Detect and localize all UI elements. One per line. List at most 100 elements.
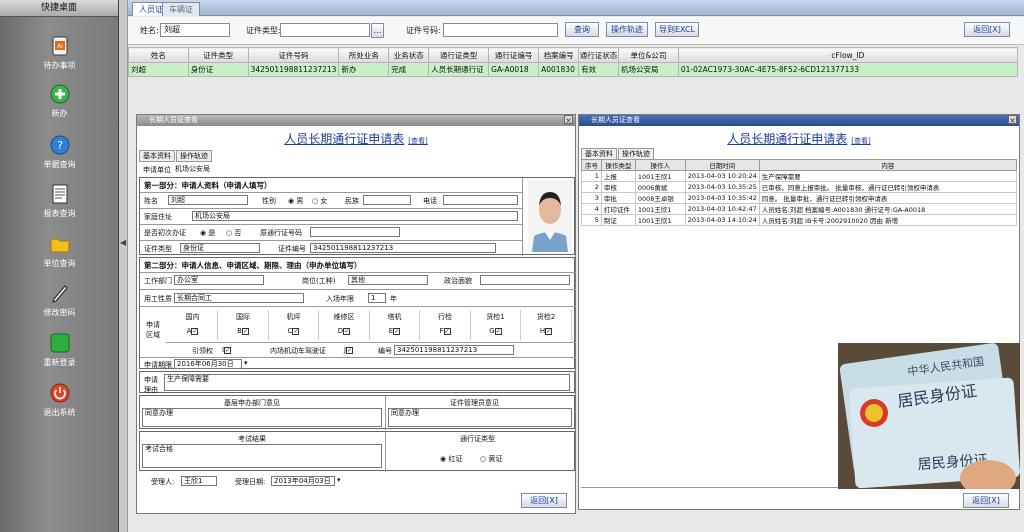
query-button[interactable]: 查询 (565, 22, 599, 37)
log-row[interactable]: 4 打印证件 1001王欣1 2013-04-03 10:42:47 人员姓名:刘超 档… (581, 203, 1018, 215)
chevron-down-icon[interactable]: ▾ (244, 359, 248, 367)
pass-yellow-radio[interactable]: ○ 黄证 (480, 454, 502, 464)
area-checkbox[interactable]: A✓ (168, 327, 217, 335)
back-button[interactable]: 返回[X] (964, 22, 1010, 37)
politic-field[interactable] (480, 275, 570, 285)
column-header[interactable]: 证件号码 (247, 47, 340, 63)
column-header[interactable]: 通行证编号 (488, 47, 540, 63)
opinion-left-field[interactable]: 同意办理 (142, 408, 382, 427)
dept-field[interactable]: 办公室 (174, 275, 264, 285)
area-option[interactable]: 行检 F✓ (421, 310, 471, 340)
cert-type-picker-button[interactable]: … (371, 23, 384, 38)
column-header[interactable]: cFlow_ID (677, 47, 1019, 63)
log-row[interactable]: 2 审核 0006黄斌 2013-04-03 10:35:25 已审核，同意上报审批。 … (581, 181, 1018, 193)
sidebar-item-label: 待办事项 (43, 61, 76, 70)
exam-field[interactable]: 考试合格 (142, 444, 382, 468)
address-field[interactable]: 机场公安局 (192, 211, 518, 221)
area-option[interactable]: 机坪 C✓ (269, 310, 319, 340)
handler-field[interactable]: 王欣1 (181, 476, 217, 486)
name-field[interactable]: 刘超 (168, 195, 248, 205)
cert-no-input[interactable] (443, 23, 558, 37)
column-header[interactable]: 单位&公司 (617, 47, 679, 63)
area-option[interactable]: 货检2 H✓ (522, 310, 572, 340)
area-checkbox[interactable]: H✓ (522, 327, 571, 335)
export-button[interactable]: 导到EXCL (655, 22, 699, 37)
cert-type-select[interactable] (280, 23, 370, 37)
log-cell: 上报 (600, 170, 636, 182)
gender-male-radio[interactable]: ◉ 男 (288, 196, 303, 206)
handler-label: 受理人: (151, 478, 175, 486)
right-back-button[interactable]: 返回[X] (963, 493, 1009, 508)
area-option[interactable]: 国内 A✓ (168, 310, 218, 340)
sidebar-item-unit-query[interactable]: 单位查询 (0, 234, 119, 269)
collapse-bar[interactable]: ◀ (119, 0, 128, 532)
close-icon[interactable]: × (1008, 115, 1017, 125)
svg-text:Ai: Ai (57, 43, 63, 50)
guide-checkbox[interactable]: I✓ (222, 346, 232, 354)
area-checkbox[interactable]: F✓ (421, 327, 470, 335)
first-yes-radio[interactable]: ◉ 是 (200, 228, 215, 238)
orig-no-field[interactable] (310, 227, 400, 237)
post-field[interactable]: 其他 (348, 275, 428, 285)
log-cell: 2013-04-03 10:35:42 (684, 192, 760, 204)
yes-label: 是 (208, 229, 216, 237)
sidebar-item-new[interactable]: 新办 (0, 84, 119, 119)
op-trace-button[interactable]: 操作轨迹 (606, 22, 648, 37)
date-select[interactable]: 2013年04月03日 (271, 476, 335, 486)
column-header[interactable]: 证件类型 (187, 47, 249, 63)
sidebar-item-todo[interactable]: Ai 待办事项 (0, 36, 119, 71)
close-icon[interactable]: × (564, 115, 573, 125)
car-checkbox[interactable]: J✓ (344, 346, 354, 354)
column-header[interactable]: 档案编号 (538, 47, 580, 63)
column-header[interactable]: 通行证状态 (578, 47, 619, 63)
name-input[interactable]: 刘超 (160, 23, 230, 37)
column-header[interactable]: 姓名 (128, 47, 189, 63)
no-field[interactable]: 342501198811237213 (394, 345, 514, 355)
area-option[interactable]: 国际 B✓ (219, 310, 269, 340)
first-no-radio[interactable]: ○ 否 (226, 228, 241, 238)
area-checkbox[interactable]: G✓ (471, 327, 520, 335)
gender-female-radio[interactable]: ○ 女 (312, 196, 327, 206)
log-cell: 2013-04-03 14:10:24 (684, 214, 760, 226)
tab-vehicle-pass[interactable]: 车辆证 (162, 2, 200, 16)
main-area: 人员证 车辆证 姓名: 刘超 证件类型: … 证件号码: 查询 操作轨迹 导到E… (128, 0, 1024, 532)
area-checkbox[interactable]: C✓ (269, 327, 318, 335)
area-option[interactable]: 货检1 G✓ (471, 310, 521, 340)
column-header[interactable]: 业务状态 (388, 47, 430, 63)
area-option[interactable]: 塔机 E✓ (370, 310, 420, 340)
nature-field[interactable]: 长期合同工 (174, 293, 304, 303)
sidebar-item-relogin[interactable]: 重新登录 (0, 333, 119, 368)
cert-no-field[interactable]: 342501198811237213 (310, 243, 496, 253)
log-row[interactable]: 3 审批 0008王卓银 2013-04-03 10:35:42 同意。 批量审批，通行… (581, 192, 1018, 204)
area-checkbox[interactable]: B✓ (219, 327, 268, 335)
tab-basic[interactable]: 基本资料 (139, 150, 175, 162)
tab-trace[interactable]: 操作轨迹 (176, 150, 212, 162)
sidebar-item-exit[interactable]: 退出系统 (0, 383, 119, 418)
opinion-right-field[interactable]: 同意办理 (388, 408, 572, 427)
log-row[interactable]: 1 上报 1001王欣1 2013-04-03 10:20:24 生产保障需要 (581, 170, 1018, 182)
sidebar-item-report[interactable]: 报表查询 (0, 184, 119, 219)
table-cell: 完成 (388, 62, 430, 77)
area-option[interactable]: 维修区 D✓ (320, 310, 370, 340)
area-checkbox[interactable]: E✓ (370, 327, 419, 335)
period-select[interactable]: 2016年06月30日 (174, 359, 242, 369)
form-subtitle: [查看] (408, 137, 428, 145)
column-header[interactable]: 通行证类型 (428, 47, 490, 63)
sidebar-item-change-password[interactable]: 修改密码 (0, 283, 119, 318)
left-back-button[interactable]: 返回[X] (521, 493, 567, 508)
log-row[interactable]: 5 制证 1001王欣1 2013-04-03 14:10:24 人员姓名:刘超 IB卡… (581, 214, 1018, 226)
pass-red-radio[interactable]: ◉ 红证 (440, 454, 462, 464)
column-header[interactable]: 所处业务 (338, 47, 390, 63)
year-field[interactable]: 1 (368, 293, 386, 303)
chevron-down-icon[interactable]: ▾ (337, 476, 341, 484)
reason-field[interactable]: 生产保障需要 (164, 374, 570, 391)
table-row[interactable]: 刘超 身份证 342501198811237213 新办 完成 人员长期通行证 GA-A00… (128, 62, 1019, 77)
result-table: 姓名 证件类型 证件号码 所处业务 业务状态 通行证类型 通行证编号 档案编号 通行证状态 单位&… (128, 47, 1019, 77)
sidebar-item-doc-query[interactable]: ? 单据查询 (0, 135, 119, 170)
ethnic-field[interactable] (363, 195, 411, 205)
phone-field[interactable] (443, 195, 518, 205)
area-checkbox[interactable]: D✓ (320, 327, 369, 335)
area-name: 货检1 (486, 313, 505, 321)
table-cell: 机场公安局 (617, 62, 679, 77)
cert-type-field[interactable]: 身份证 (180, 243, 260, 253)
